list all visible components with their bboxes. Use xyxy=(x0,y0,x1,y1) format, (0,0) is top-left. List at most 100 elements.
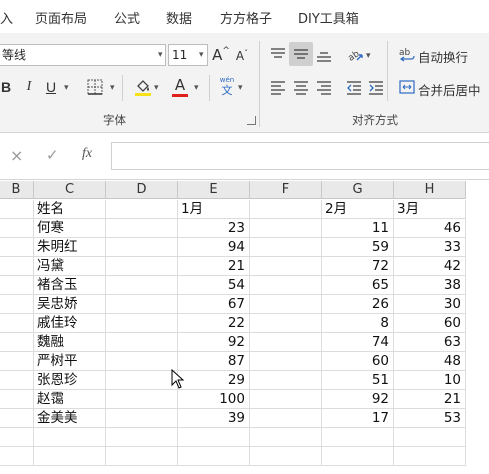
empty-cell[interactable] xyxy=(106,219,178,238)
empty-cell[interactable] xyxy=(106,428,178,447)
empty-cell[interactable] xyxy=(0,333,34,352)
font-size-chevron-icon[interactable]: ▾ xyxy=(199,50,204,60)
empty-cell[interactable] xyxy=(106,257,178,276)
name-cell[interactable]: 戚佳玲 xyxy=(34,314,106,333)
increase-indent-icon[interactable] xyxy=(368,80,384,100)
column-header-f[interactable]: F xyxy=(250,181,322,199)
value-cell[interactable]: 21 xyxy=(178,257,250,276)
name-cell[interactable]: 朱明红 xyxy=(34,238,106,257)
name-cell[interactable]: 何寒 xyxy=(34,219,106,238)
value-cell[interactable]: 42 xyxy=(394,257,466,276)
header-cell[interactable] xyxy=(0,200,34,219)
header-cell[interactable] xyxy=(250,200,322,219)
value-cell[interactable]: 54 xyxy=(178,276,250,295)
wrap-text-icon[interactable]: ab xyxy=(399,46,415,68)
font-dialog-launcher-icon[interactable] xyxy=(247,116,256,125)
align-center-icon[interactable] xyxy=(293,80,309,100)
value-cell[interactable]: 22 xyxy=(178,314,250,333)
name-cell[interactable]: 褚含玉 xyxy=(34,276,106,295)
value-cell[interactable]: 94 xyxy=(178,238,250,257)
tab-page-layout[interactable]: 页面布局 xyxy=(35,8,87,27)
column-header-e[interactable]: E xyxy=(178,181,250,199)
empty-cell[interactable] xyxy=(250,409,322,428)
value-cell[interactable]: 65 xyxy=(322,276,394,295)
cancel-icon[interactable]: × xyxy=(10,146,23,165)
value-cell[interactable]: 10 xyxy=(394,371,466,390)
empty-cell[interactable] xyxy=(0,295,34,314)
confirm-icon[interactable]: ✓ xyxy=(46,146,59,164)
column-header-h[interactable]: H xyxy=(394,181,466,199)
phonetic-chevron-icon[interactable]: ▾ xyxy=(238,83,243,93)
empty-cell[interactable] xyxy=(178,428,250,447)
empty-cell[interactable] xyxy=(250,314,322,333)
empty-cell[interactable] xyxy=(0,314,34,333)
empty-cell[interactable] xyxy=(0,371,34,390)
header-cell[interactable] xyxy=(106,200,178,219)
formula-input[interactable] xyxy=(111,142,489,170)
font-name-chevron-icon[interactable]: ▾ xyxy=(158,50,163,60)
value-cell[interactable]: 72 xyxy=(322,257,394,276)
column-header-g[interactable]: G xyxy=(322,181,394,199)
empty-cell[interactable] xyxy=(250,295,322,314)
value-cell[interactable]: 26 xyxy=(322,295,394,314)
value-cell[interactable]: 59 xyxy=(322,238,394,257)
value-cell[interactable]: 46 xyxy=(394,219,466,238)
empty-cell[interactable] xyxy=(250,447,322,466)
merge-center-label[interactable]: 合并后居中 xyxy=(418,80,481,99)
italic-button[interactable]: I xyxy=(22,77,36,97)
empty-cell[interactable] xyxy=(250,257,322,276)
empty-cell[interactable] xyxy=(250,333,322,352)
empty-cell[interactable] xyxy=(106,390,178,409)
tab-formulas[interactable]: 公式 xyxy=(114,8,140,27)
align-left-icon[interactable] xyxy=(270,80,286,100)
insert-function-icon[interactable]: fx xyxy=(82,146,92,162)
empty-cell[interactable] xyxy=(250,390,322,409)
empty-cell[interactable] xyxy=(0,447,34,466)
decrease-indent-icon[interactable] xyxy=(346,80,362,100)
value-cell[interactable]: 39 xyxy=(178,409,250,428)
name-cell[interactable]: 赵霭 xyxy=(34,390,106,409)
empty-cell[interactable] xyxy=(106,276,178,295)
tab-insert[interactable]: 入 xyxy=(0,8,13,27)
value-cell[interactable]: 48 xyxy=(394,352,466,371)
empty-cell[interactable] xyxy=(106,371,178,390)
borders-icon[interactable] xyxy=(87,79,103,99)
value-cell[interactable]: 38 xyxy=(394,276,466,295)
empty-cell[interactable] xyxy=(250,371,322,390)
header-cell[interactable]: 3月 xyxy=(394,200,466,219)
empty-cell[interactable] xyxy=(250,428,322,447)
header-cell[interactable]: 姓名 xyxy=(34,200,106,219)
value-cell[interactable]: 51 xyxy=(322,371,394,390)
font-color-icon[interactable]: A xyxy=(172,76,188,98)
orientation-chevron-icon[interactable]: ▾ xyxy=(366,51,371,61)
value-cell[interactable]: 29 xyxy=(178,371,250,390)
value-cell[interactable]: 92 xyxy=(178,333,250,352)
name-cell[interactable]: 魏融 xyxy=(34,333,106,352)
empty-cell[interactable] xyxy=(250,238,322,257)
underline-button[interactable]: U xyxy=(44,77,58,97)
empty-cell[interactable] xyxy=(0,352,34,371)
tab-diy-toolbox[interactable]: DIY工具箱 xyxy=(298,8,359,27)
merge-center-icon[interactable] xyxy=(399,79,415,99)
empty-cell[interactable] xyxy=(250,352,322,371)
empty-cell[interactable] xyxy=(0,428,34,447)
name-cell[interactable]: 吴忠娇 xyxy=(34,295,106,314)
header-cell[interactable]: 2月 xyxy=(322,200,394,219)
value-cell[interactable]: 23 xyxy=(178,219,250,238)
value-cell[interactable]: 21 xyxy=(394,390,466,409)
align-bottom-icon[interactable] xyxy=(316,47,332,67)
column-header-c[interactable]: C xyxy=(34,181,106,199)
value-cell[interactable]: 67 xyxy=(178,295,250,314)
value-cell[interactable]: 60 xyxy=(322,352,394,371)
empty-cell[interactable] xyxy=(106,314,178,333)
value-cell[interactable]: 60 xyxy=(394,314,466,333)
empty-cell[interactable] xyxy=(250,276,322,295)
name-cell[interactable]: 严树平 xyxy=(34,352,106,371)
empty-cell[interactable] xyxy=(106,409,178,428)
empty-cell[interactable] xyxy=(178,447,250,466)
align-right-icon[interactable] xyxy=(316,80,332,100)
value-cell[interactable]: 74 xyxy=(322,333,394,352)
value-cell[interactable]: 100 xyxy=(178,390,250,409)
empty-cell[interactable] xyxy=(394,447,466,466)
name-cell[interactable]: 金美美 xyxy=(34,409,106,428)
